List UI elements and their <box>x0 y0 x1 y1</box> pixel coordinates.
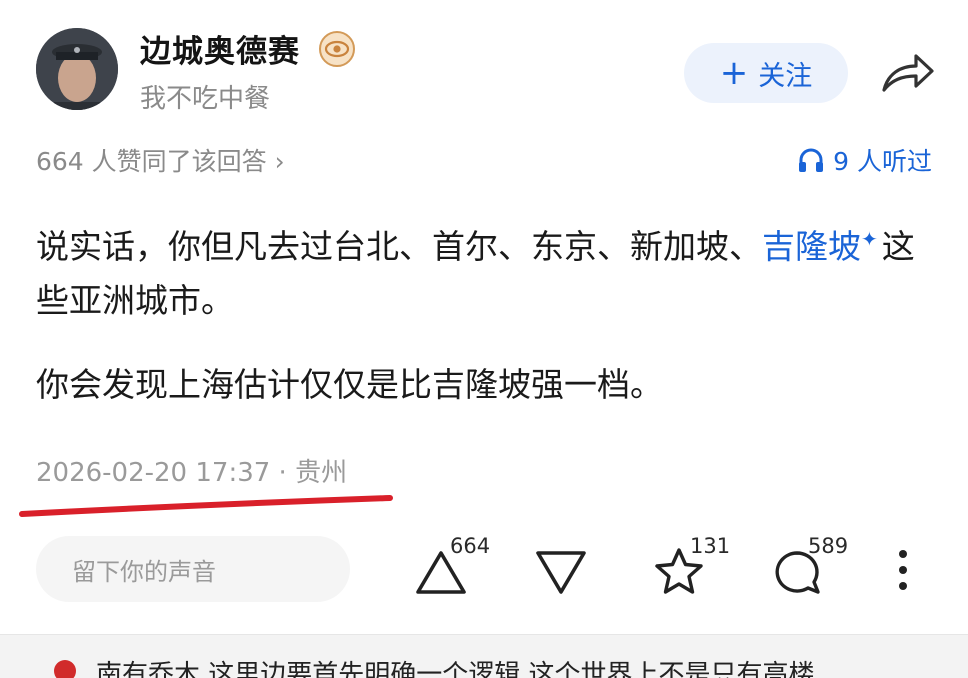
plus-icon: + <box>719 53 749 93</box>
headphones-icon <box>799 148 824 172</box>
post-timestamp: 2026-02-20 17:37 · 贵州 <box>36 458 348 488</box>
author-name[interactable]: 边城奥德赛 <box>140 26 300 71</box>
keyword-link[interactable]: 吉隆坡 <box>762 227 861 266</box>
more-options-icon[interactable] <box>893 546 913 594</box>
comment-count: 589 <box>808 534 849 558</box>
red-underline-annotation <box>19 495 393 517</box>
sparkle-icon: ✦ <box>861 227 878 251</box>
author-bio: 我不吃中餐 <box>140 84 271 114</box>
paragraph-text: 说实话，你但凡去过台北、首尔、东京、新加坡、 <box>36 227 762 266</box>
listen-count[interactable]: 9 人听过 <box>797 142 932 178</box>
likes-summary-text: 664 人赞同了该回答 <box>36 147 267 176</box>
next-comment-text: 南有乔木 这里边要首先明确一个逻辑 这个世界上不是只有高楼 <box>96 660 815 678</box>
favorite-count: 131 <box>690 534 731 558</box>
comment-input[interactable]: 留下你的声音 <box>36 536 350 602</box>
answer-page: 边城奥德赛 我不吃中餐 + 关注 664 人赞同了该回答 › 9 人听过 说实话… <box>0 0 968 678</box>
listen-count-text: 9 人听过 <box>833 147 932 176</box>
follow-label: 关注 <box>758 60 813 92</box>
likes-summary[interactable]: 664 人赞同了该回答 › <box>36 142 285 178</box>
chevron-right-icon: › <box>274 147 285 176</box>
share-icon[interactable] <box>880 52 936 94</box>
answer-paragraph-1: 说实话，你但凡去过台北、首尔、东京、新加坡、吉隆坡✦ 这些亚洲城市。 <box>36 212 936 328</box>
author-avatar[interactable] <box>36 28 118 110</box>
upvote-count: 664 <box>450 534 491 558</box>
downvote-icon[interactable] <box>534 548 588 596</box>
follow-button[interactable]: + 关注 <box>684 43 848 103</box>
commenter-avatar <box>54 660 76 678</box>
answer-paragraph-2: 你会发现上海估计仅仅是比吉隆坡强一档。 <box>36 365 663 404</box>
eye-badge-icon <box>319 31 355 67</box>
